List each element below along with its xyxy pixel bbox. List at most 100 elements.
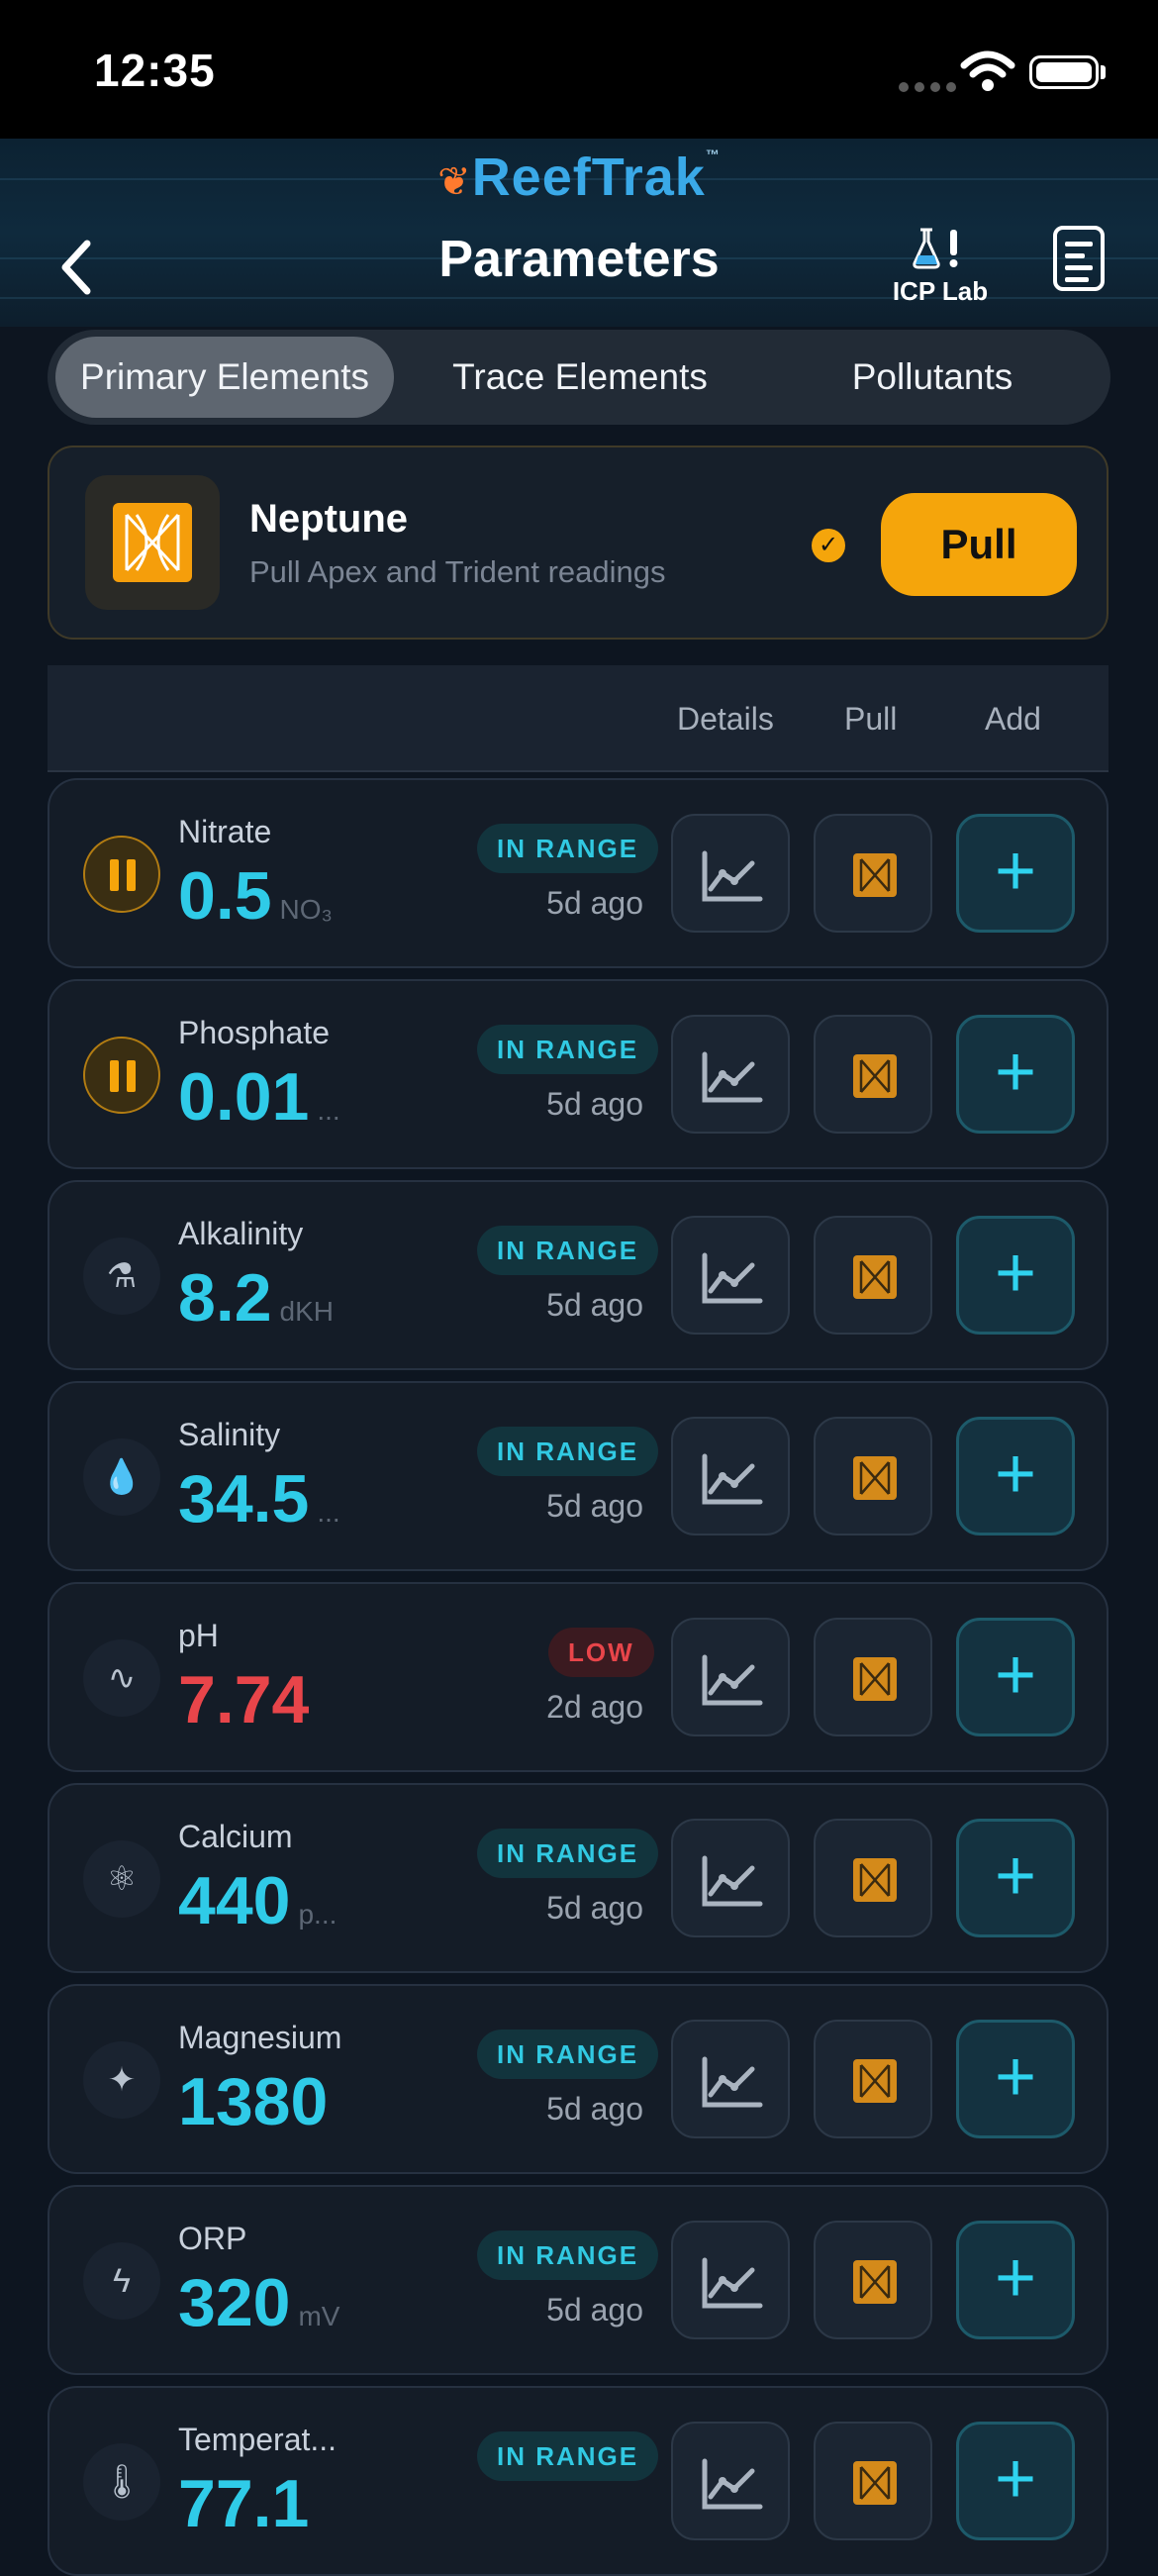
- tab-pollutants[interactable]: Pollutants: [766, 337, 1099, 418]
- pull-neptune-button[interactable]: [814, 1216, 932, 1335]
- details-chart-button[interactable]: [671, 2422, 790, 2540]
- parameter-value: 34.5...: [178, 1460, 340, 1537]
- parameter-name: Magnesium: [178, 2020, 342, 2055]
- value-text: 1380: [178, 2064, 329, 2139]
- parameter-name: ORP: [178, 2221, 247, 2256]
- parameter-name: Nitrate: [178, 814, 272, 849]
- add-reading-button[interactable]: +: [956, 1618, 1075, 1736]
- parameter-unit: dKH: [279, 1296, 334, 1327]
- add-reading-button[interactable]: +: [956, 1216, 1075, 1335]
- plus-icon: +: [994, 1836, 1037, 1916]
- details-chart-button[interactable]: [671, 1216, 790, 1335]
- parameter-row-phosphate[interactable]: Phosphate 0.01... IN RANGE 5d ago +: [48, 979, 1109, 1169]
- pull-neptune-button[interactable]: [814, 2221, 932, 2339]
- parameter-unit: NO₃: [279, 894, 333, 925]
- pull-neptune-button[interactable]: [814, 1819, 932, 1937]
- thermometer-icon: 🌡: [83, 2443, 160, 2521]
- pull-neptune-button[interactable]: [814, 814, 932, 933]
- parameter-row-nitrate[interactable]: Nitrate 0.5 NO₃ IN RANGE 5d ago +: [48, 778, 1109, 968]
- parameter-name: Phosphate: [178, 1015, 331, 1050]
- plus-icon: +: [994, 2238, 1037, 2318]
- report-icon[interactable]: [1053, 226, 1105, 291]
- parameter-value: 7.74: [178, 1661, 317, 1738]
- add-reading-button[interactable]: +: [956, 1819, 1075, 1937]
- last-tested: 5d ago: [546, 1890, 643, 1926]
- parameter-row-calcium[interactable]: ⚛ Calcium 440 p... IN RANGE 5d ago +: [48, 1783, 1109, 1973]
- tab-trace-elements[interactable]: Trace Elements: [414, 337, 746, 418]
- add-reading-button[interactable]: +: [956, 2422, 1075, 2540]
- tab-primary-elements[interactable]: Primary Elements: [55, 337, 394, 418]
- status-bar: 12:35: [0, 0, 1158, 139]
- parameter-name: pH: [178, 1618, 219, 1653]
- status-badge: LOW: [548, 1628, 654, 1677]
- details-chart-button[interactable]: [671, 1417, 790, 1536]
- status-badge: IN RANGE: [477, 2030, 659, 2079]
- value-text: 77.1: [178, 2466, 310, 2541]
- pull-neptune-button[interactable]: [814, 2020, 932, 2138]
- neptune-icon: [853, 2260, 897, 2304]
- details-chart-button[interactable]: [671, 1618, 790, 1736]
- parameter-name: Salinity: [178, 1417, 281, 1452]
- details-chart-button[interactable]: [671, 1819, 790, 1937]
- value-text: 440: [178, 1863, 291, 1938]
- details-chart-button[interactable]: [671, 2020, 790, 2138]
- line-chart-icon: [702, 1654, 763, 1706]
- pull-neptune-button[interactable]: [814, 1015, 932, 1134]
- value-text: 0.5: [178, 858, 272, 934]
- details-chart-button[interactable]: [671, 814, 790, 933]
- parameter-row-orp[interactable]: ϟ ORP 320 mV IN RANGE 5d ago +: [48, 2185, 1109, 2375]
- plus-icon: +: [994, 832, 1037, 911]
- details-chart-button[interactable]: [671, 1015, 790, 1134]
- line-chart-icon: [702, 2257, 763, 2309]
- neptune-logo-icon: [113, 503, 192, 582]
- status-badge: IN RANGE: [477, 824, 659, 873]
- neptune-icon: [853, 2461, 897, 2505]
- status-badge: IN RANGE: [477, 1427, 659, 1476]
- details-chart-button[interactable]: [671, 2221, 790, 2339]
- neptune-card: Neptune Pull Apex and Trident readings ✓…: [48, 446, 1109, 640]
- neptune-icon: [853, 1255, 897, 1299]
- pull-neptune-button[interactable]: [814, 1417, 932, 1536]
- line-chart-icon: [702, 1855, 763, 1907]
- add-reading-button[interactable]: +: [956, 2221, 1075, 2339]
- status-time: 12:35: [94, 45, 216, 96]
- pause-icon: [83, 1037, 160, 1114]
- neptune-icon: [853, 2059, 897, 2103]
- add-reading-button[interactable]: +: [956, 1417, 1075, 1536]
- value-text: 0.01: [178, 1059, 310, 1135]
- last-tested: 5d ago: [546, 1086, 643, 1122]
- plus-icon: +: [994, 1435, 1037, 1514]
- parameter-row-alkalinity[interactable]: ⚗ Alkalinity 8.2 dKH IN RANGE 5d ago +: [48, 1180, 1109, 1370]
- icp-lab-button[interactable]: ICP Lab: [881, 226, 1000, 307]
- value-text: 320: [178, 2265, 291, 2340]
- wifi-icon: [960, 50, 1015, 91]
- last-tested: 5d ago: [546, 1287, 643, 1323]
- neptune-pull-button[interactable]: Pull: [881, 493, 1077, 596]
- neptune-subtitle: Pull Apex and Trident readings: [249, 554, 666, 589]
- parameter-name: Alkalinity: [178, 1216, 304, 1251]
- add-reading-button[interactable]: +: [956, 814, 1075, 933]
- line-chart-icon: [702, 1453, 763, 1505]
- app-header: ❦ReefTrak™ Parameters ICP Lab: [0, 139, 1158, 327]
- parameter-row-magnesium[interactable]: ✦ Magnesium 1380 IN RANGE 5d ago +: [48, 1984, 1109, 2174]
- parameter-value: 8.2 dKH: [178, 1259, 334, 1337]
- battery-icon: [1029, 55, 1099, 89]
- last-tested: 5d ago: [546, 885, 643, 921]
- plus-icon: +: [994, 2037, 1037, 2117]
- atom-icon: ⚛: [83, 1840, 160, 1918]
- add-reading-button[interactable]: +: [956, 2020, 1075, 2138]
- parameter-value: 440 p...: [178, 1862, 337, 1939]
- pull-neptune-button[interactable]: [814, 1618, 932, 1736]
- pull-neptune-button[interactable]: [814, 2422, 932, 2540]
- value-text: 8.2: [178, 1260, 272, 1336]
- parameter-row-temperat[interactable]: 🌡 Temperat... 77.1 IN RANGE +: [48, 2386, 1109, 2576]
- connected-check-icon: ✓: [812, 529, 845, 562]
- pause-icon: [83, 836, 160, 913]
- parameter-name: Calcium: [178, 1819, 293, 1854]
- parameter-row-salinity[interactable]: 💧 Salinity 34.5... IN RANGE 5d ago +: [48, 1381, 1109, 1571]
- drop-icon: 💧: [83, 1438, 160, 1516]
- add-reading-button[interactable]: +: [956, 1015, 1075, 1134]
- status-badge: IN RANGE: [477, 1226, 659, 1275]
- parameter-row-ph[interactable]: ∿ pH 7.74 LOW 2d ago +: [48, 1582, 1109, 1772]
- last-tested: 5d ago: [546, 2091, 643, 2127]
